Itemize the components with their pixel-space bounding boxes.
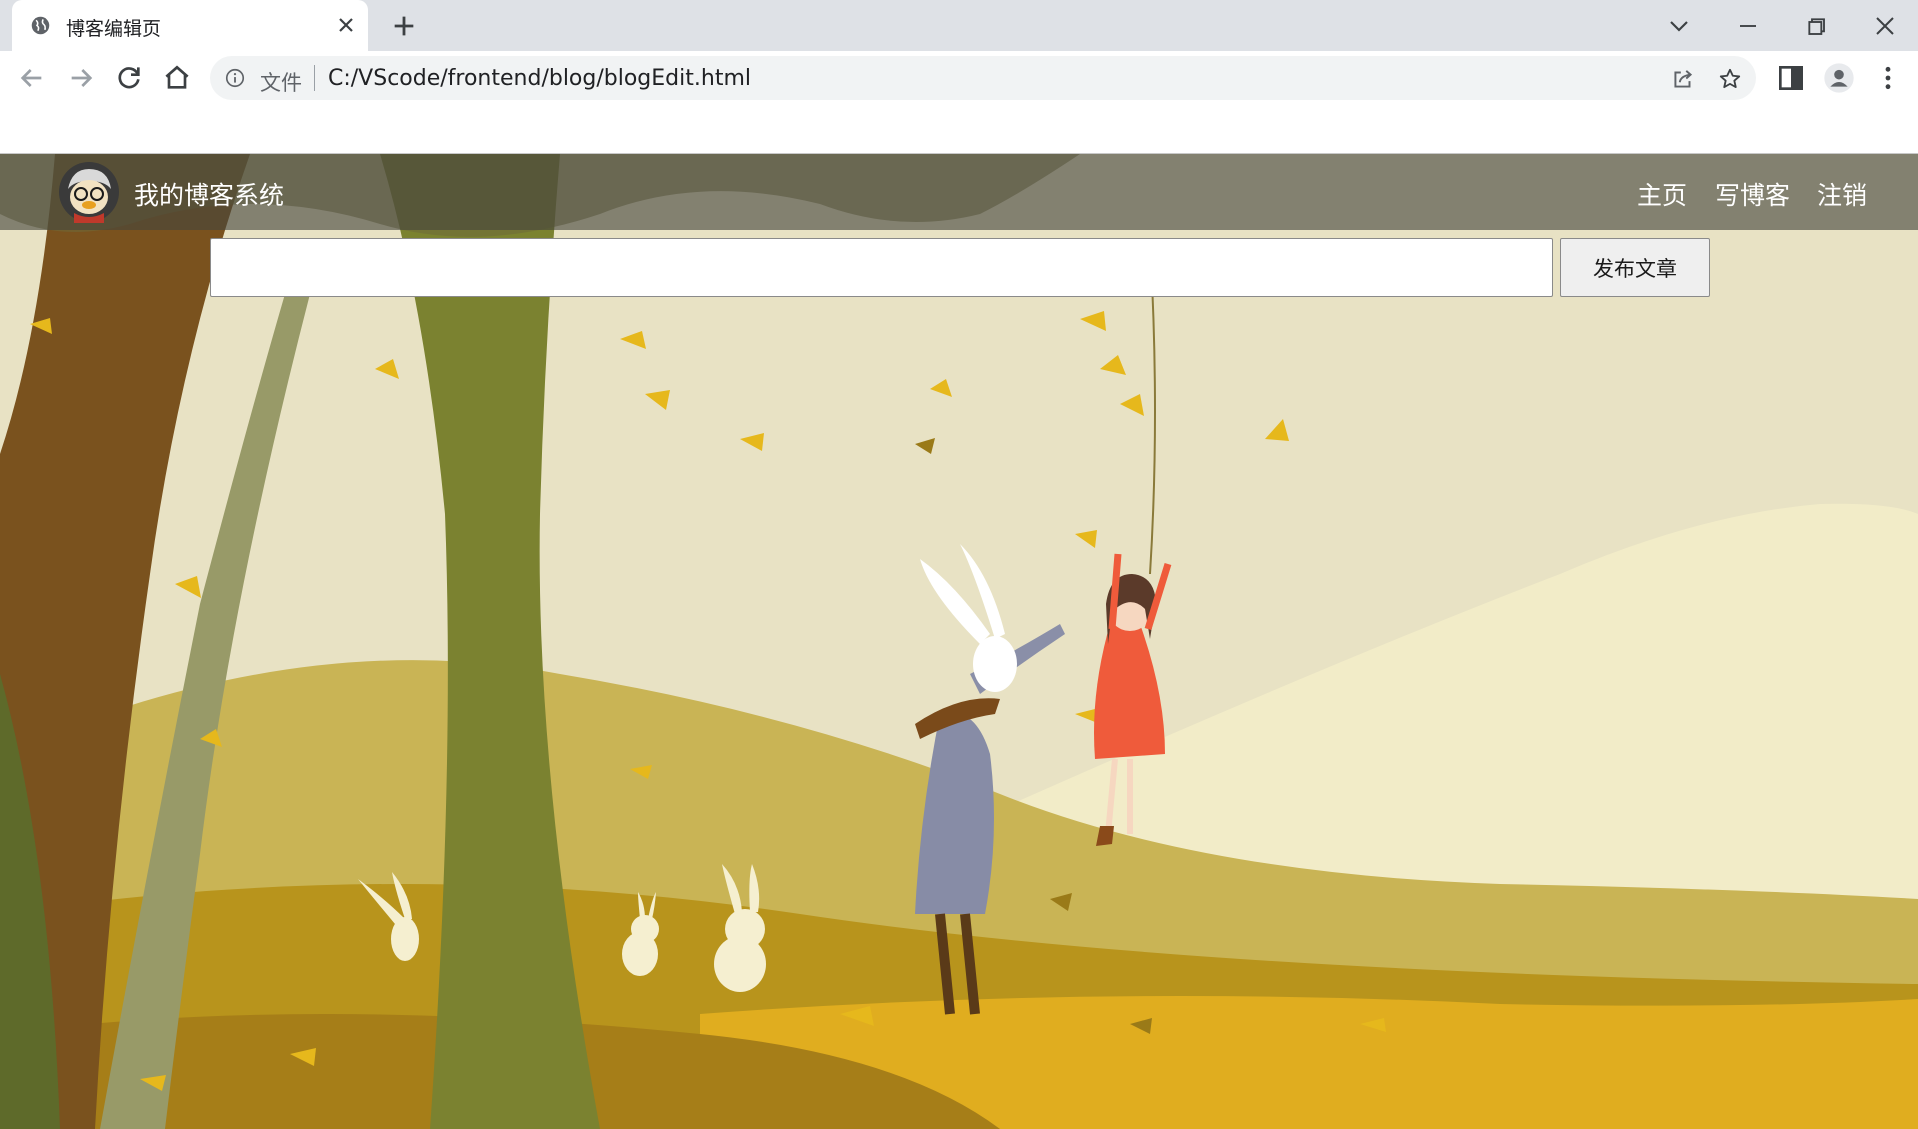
close-icon[interactable] [334,13,358,37]
reload-icon[interactable] [113,62,145,94]
scheme-label: 文件 [260,71,302,95]
article-title-input[interactable] [210,238,1553,297]
tab-title: 博客编辑页 [66,18,162,40]
active-tab[interactable]: 博客编辑页 [12,0,368,51]
side-panel-icon[interactable] [1775,62,1807,94]
page-viewport: 我的博客系统 主页 写博客 注销 发布文章 [0,154,1918,1129]
window-close-icon[interactable] [1869,10,1901,42]
share-icon[interactable] [1670,66,1696,92]
info-icon[interactable] [224,67,246,89]
nav-link-logout[interactable]: 注销 [1817,176,1867,212]
publish-article-button[interactable]: 发布文章 [1560,238,1710,297]
back-arrow-icon[interactable] [16,62,48,94]
star-icon[interactable] [1717,66,1743,92]
restore-icon[interactable] [1800,10,1832,42]
minimize-icon[interactable] [1732,10,1764,42]
omnibox-separator [314,65,315,91]
tab-strip: 博客编辑页 [0,0,1918,51]
plus-icon[interactable] [390,12,418,40]
nav-link-home[interactable]: 主页 [1637,176,1687,212]
site-navbar: 我的博客系统 主页 写博客 注销 [0,154,1918,230]
forward-arrow-icon[interactable] [65,62,97,94]
nav-link-write-blog[interactable]: 写博客 [1715,176,1790,212]
browser-toolbar: 文件 C:/VScode/frontend/blog/blogEdit.html [0,51,1918,105]
globe-icon [31,16,50,35]
site-title: 我的博客系统 [134,181,285,210]
kebab-menu-icon[interactable] [1872,62,1904,94]
profile-icon[interactable] [1823,62,1855,94]
address-bar[interactable]: 文件 C:/VScode/frontend/blog/blogEdit.html [210,56,1756,100]
home-icon[interactable] [161,62,193,94]
autumn-illustration-background [0,154,1918,1129]
url-text[interactable]: C:/VScode/frontend/blog/blogEdit.html [328,66,751,91]
chevron-down-icon[interactable] [1663,10,1695,42]
avatar-logo[interactable] [58,161,120,223]
